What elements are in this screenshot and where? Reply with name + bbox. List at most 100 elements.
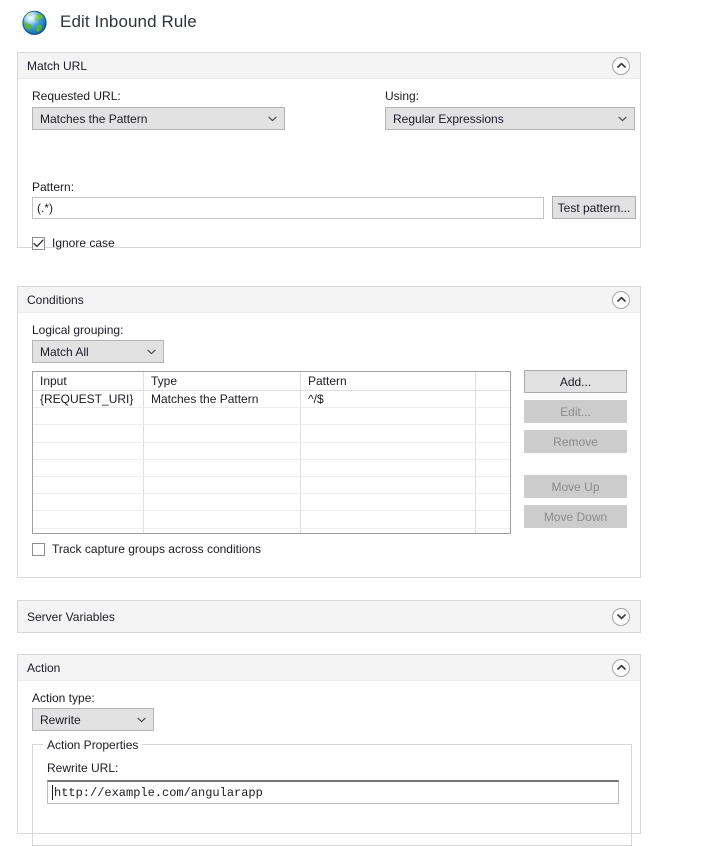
table-row-empty[interactable] — [33, 407, 510, 426]
track-capture-groups-label: Track capture groups across conditions — [52, 542, 261, 556]
dialog-header: Edit Inbound Rule — [0, 0, 714, 44]
cell-empty — [143, 493, 301, 512]
ignore-case-checkbox[interactable] — [32, 236, 45, 250]
test-pattern-button[interactable]: Test pattern... — [552, 196, 636, 219]
table-row-empty[interactable] — [33, 424, 510, 443]
move-up-button[interactable]: Move Up — [524, 475, 627, 498]
ignore-case-label: Ignore case — [52, 236, 115, 250]
conditions-button-column: Add... Edit... Remove Move Up Move Down — [524, 370, 627, 535]
cell-empty — [33, 442, 144, 460]
server-variables-panel[interactable]: Server Variables — [17, 600, 641, 633]
chevron-down-icon[interactable] — [612, 607, 630, 626]
match-url-body: Requested URL: Matches the Pattern Using… — [18, 79, 640, 250]
cell-empty — [475, 407, 510, 426]
pattern-input[interactable]: (.*) — [32, 197, 544, 219]
column-header-input[interactable]: Input — [33, 372, 144, 391]
cell-empty — [33, 510, 144, 529]
table-row-empty[interactable] — [33, 476, 510, 495]
chevron-up-icon[interactable] — [612, 56, 630, 75]
chevron-down-icon — [135, 717, 148, 723]
using-select[interactable]: Regular Expressions — [385, 107, 635, 130]
requested-url-label: Requested URL: — [32, 89, 121, 103]
page-title: Edit Inbound Rule — [60, 12, 197, 31]
column-header-extra[interactable] — [475, 372, 510, 391]
globe-icon — [21, 9, 48, 36]
chevron-up-icon[interactable] — [612, 658, 630, 677]
column-header-type[interactable]: Type — [143, 372, 301, 391]
cell-empty — [33, 493, 144, 512]
cell-empty — [300, 528, 476, 533]
cell-empty — [475, 493, 510, 512]
cell-empty — [143, 407, 301, 426]
cell-empty — [300, 407, 476, 426]
table-row-empty[interactable] — [33, 459, 510, 477]
using-value: Regular Expressions — [393, 111, 504, 126]
action-type-select[interactable]: Rewrite — [32, 708, 154, 731]
cell-pattern: ^/$ — [300, 390, 476, 409]
action-body: Action type: Rewrite Action Properties R… — [18, 681, 640, 846]
using-group: Using: Regular Expressions — [385, 89, 635, 130]
button-spacer — [524, 460, 627, 475]
conditions-table[interactable]: Input Type Pattern {REQUEST_URI} Matches … — [32, 371, 511, 534]
action-type-value: Rewrite — [40, 712, 81, 727]
using-label: Using: — [385, 89, 420, 103]
cell-empty — [475, 424, 510, 443]
cell-empty — [143, 476, 301, 495]
cell-empty — [33, 407, 144, 426]
table-row-empty[interactable] — [33, 528, 510, 533]
track-capture-groups-checkbox[interactable] — [32, 542, 45, 556]
pattern-value: (.*) — [37, 201, 53, 215]
cell-empty — [300, 510, 476, 529]
table-row-empty[interactable] — [33, 442, 510, 460]
chevron-down-icon — [616, 116, 629, 122]
cell-extra — [475, 390, 510, 409]
cell-empty — [300, 476, 476, 495]
server-variables-header[interactable]: Server Variables — [18, 601, 640, 632]
chevron-up-icon[interactable] — [612, 290, 630, 309]
table-header-row: Input Type Pattern — [33, 372, 510, 391]
cell-empty — [143, 459, 301, 477]
move-down-button[interactable]: Move Down — [524, 505, 627, 528]
match-url-panel: Match URL Requested URL: Matches the Pat… — [17, 52, 641, 250]
action-header: Action — [18, 655, 640, 681]
cell-empty — [300, 459, 476, 477]
rewrite-url-label: Rewrite URL: — [47, 761, 119, 775]
cell-empty — [143, 528, 301, 533]
action-panel: Action Action type: Rewrite Action Prope… — [17, 654, 641, 846]
action-properties-legend: Action Properties — [43, 738, 143, 752]
cell-empty — [143, 424, 301, 443]
conditions-panel: Conditions Logical grouping: Match All I… — [17, 286, 641, 578]
remove-condition-button[interactable]: Remove — [524, 430, 627, 453]
track-capture-groups-row[interactable]: Track capture groups across conditions — [32, 542, 261, 556]
pattern-label: Pattern: — [32, 180, 75, 194]
requested-url-group: Requested URL: Matches the Pattern — [32, 89, 285, 130]
cell-empty — [33, 476, 144, 495]
cell-empty — [475, 476, 510, 495]
cell-empty — [300, 442, 476, 460]
table-row-empty[interactable] — [33, 493, 510, 512]
edit-condition-button[interactable]: Edit... — [524, 400, 627, 423]
text-caret — [52, 785, 53, 800]
cell-empty — [33, 528, 144, 533]
table-row-empty[interactable] — [33, 510, 510, 529]
column-header-pattern[interactable]: Pattern — [300, 372, 476, 391]
rewrite-url-value: http://example.com/angularapp — [54, 785, 263, 800]
chevron-down-icon — [266, 116, 279, 122]
cell-empty — [475, 510, 510, 529]
ignore-case-row[interactable]: Ignore case — [32, 236, 115, 250]
conditions-header: Conditions — [18, 287, 640, 313]
conditions-body: Logical grouping: Match All Input Type P… — [18, 313, 640, 556]
table-row[interactable]: {REQUEST_URI} Matches the Pattern ^/$ — [33, 390, 510, 409]
chevron-down-icon — [145, 349, 158, 355]
add-condition-button[interactable]: Add... — [524, 370, 627, 393]
cell-empty — [143, 510, 301, 529]
match-url-header: Match URL — [18, 53, 640, 79]
requested-url-select[interactable]: Matches the Pattern — [32, 107, 285, 130]
match-url-title: Match URL — [27, 58, 88, 73]
cell-empty — [475, 459, 510, 477]
rewrite-url-input[interactable]: http://example.com/angularapp — [47, 780, 619, 804]
logical-grouping-select[interactable]: Match All — [32, 340, 164, 363]
action-type-label: Action type: — [32, 691, 95, 705]
cell-empty — [475, 528, 510, 533]
action-title: Action — [27, 660, 61, 675]
